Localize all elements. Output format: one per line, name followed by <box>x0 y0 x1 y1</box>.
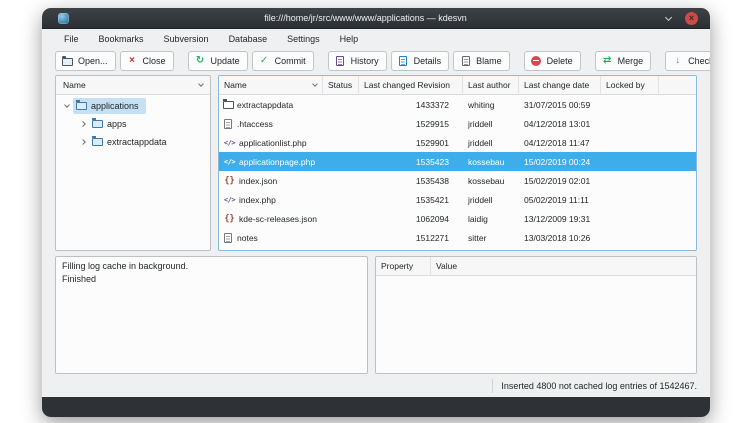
json-file-icon: {} <box>223 214 236 224</box>
commit-icon: ✓ <box>258 54 271 67</box>
tree-column-header-name[interactable]: Name <box>56 76 210 95</box>
column-header-name[interactable]: Name <box>219 76 323 94</box>
shade-button[interactable] <box>662 12 674 24</box>
close-window-button[interactable]: × <box>685 12 698 25</box>
column-header-revision[interactable]: Last changed Revision <box>359 76 463 94</box>
column-header-property[interactable]: Property <box>376 257 431 275</box>
menubar: File Bookmarks Subversion Database Setti… <box>42 29 710 48</box>
toolbar-button-commit[interactable]: ✓ Commit <box>252 51 314 71</box>
column-header-date[interactable]: Last change date <box>519 76 601 94</box>
toolbar-button-merge[interactable]: ⇄ Merge <box>595 51 652 71</box>
bottom-area: Filling log cache in background. Finishe… <box>42 256 710 374</box>
file-list-panel: Name Status Last changed Revision Last a… <box>218 75 697 251</box>
file-icon <box>224 119 232 129</box>
table-row-htaccess[interactable]: .htaccess 1529915 jriddell 04/12/2018 13… <box>219 114 696 133</box>
menu-item-help[interactable]: Help <box>338 33 361 45</box>
tree-body: applications apps extractappdata <box>56 95 210 151</box>
statusbar: Inserted 4800 not cached log entries of … <box>42 374 710 397</box>
menu-item-subversion[interactable]: Subversion <box>162 33 211 45</box>
properties-panel: Property Value <box>375 256 697 374</box>
sort-indicator-icon <box>198 81 204 87</box>
chevron-down-icon <box>664 13 671 20</box>
menu-item-file[interactable]: File <box>62 33 81 45</box>
log-output-panel: Filling log cache in background. Finishe… <box>55 256 368 374</box>
app-icon <box>58 13 69 24</box>
json-file-icon: {} <box>223 176 236 186</box>
expander-collapsed-icon[interactable] <box>76 122 89 126</box>
folder-open-icon <box>61 54 74 67</box>
column-header-locked[interactable]: Locked by <box>601 76 659 94</box>
log-line: Finished <box>62 273 361 286</box>
table-row-applicationpage-php[interactable]: </>applicationpage.php 1535423 kossebau … <box>219 152 696 171</box>
code-file-icon: </> <box>223 139 236 147</box>
file-icon <box>224 233 232 243</box>
toolbar-button-details[interactable]: Details <box>391 51 450 71</box>
window-title: file:///home/jr/src/www/www/applications… <box>69 13 662 23</box>
table-row-index-json[interactable]: {}index.json 1535438 kossebau 15/02/2019… <box>219 171 696 190</box>
tree-item-extractappdata[interactable]: extractappdata <box>56 133 210 151</box>
delete-icon <box>530 54 543 67</box>
repository-tree-panel: Name applications apps <box>55 75 211 251</box>
table-row-extractappdata[interactable]: extractappdata 1433372 whiting 31/07/201… <box>219 95 696 114</box>
table-row-kde-sc-releases-json[interactable]: {}kde-sc-releases.json 1062094 laidig 13… <box>219 209 696 228</box>
merge-icon: ⇄ <box>601 54 614 67</box>
main-area: Name applications apps <box>42 73 710 251</box>
tree-item-applications[interactable]: applications <box>56 97 210 115</box>
document-close-icon: × <box>126 54 139 67</box>
window-bottom-frame <box>42 397 710 417</box>
column-header-status[interactable]: Status <box>323 76 359 94</box>
toolbar-button-update[interactable]: ↻ Update <box>188 51 248 71</box>
menu-item-bookmarks[interactable]: Bookmarks <box>97 33 146 45</box>
log-line: Filling log cache in background. <box>62 260 361 273</box>
table-row-applicationlist-php[interactable]: </>applicationlist.php 1529901 jriddell … <box>219 133 696 152</box>
kdesvn-window: file:///home/jr/src/www/www/applications… <box>42 8 710 417</box>
update-icon: ↻ <box>194 54 207 67</box>
blame-icon <box>459 54 472 67</box>
file-table-header: Name Status Last changed Revision Last a… <box>219 76 696 95</box>
sort-indicator-icon <box>312 81 318 87</box>
column-header-spacer <box>659 76 696 94</box>
code-file-icon: </> <box>223 196 236 204</box>
statusbar-message: Inserted 4800 not cached log entries of … <box>501 381 697 391</box>
folder-icon <box>76 102 87 110</box>
toolbar-button-delete[interactable]: Delete <box>524 51 581 71</box>
details-icon <box>397 54 410 67</box>
folder-icon <box>223 101 234 109</box>
table-row-notes[interactable]: notes 1512271 sitter 13/03/2018 10:26 <box>219 228 696 247</box>
folder-icon <box>92 120 103 128</box>
column-header-author[interactable]: Last author <box>463 76 519 94</box>
toolbar-button-blame[interactable]: Blame <box>453 51 510 71</box>
code-file-icon: </> <box>223 158 236 166</box>
toolbar-button-history[interactable]: History <box>328 51 387 71</box>
column-header-value[interactable]: Value <box>431 257 696 275</box>
history-icon <box>334 54 347 67</box>
statusbar-separator <box>492 379 493 393</box>
folder-icon <box>92 138 103 146</box>
toolbar-button-open[interactable]: Open... <box>55 51 116 71</box>
table-row-index-php[interactable]: </>index.php 1535421 jriddell 05/02/2019… <box>219 190 696 209</box>
menu-item-settings[interactable]: Settings <box>285 33 322 45</box>
toolbar-button-checkout[interactable]: ↓ Checkout <box>665 51 710 71</box>
toolbar: Open... × Close ↻ Update ✓ Commit Histor… <box>42 48 710 73</box>
expander-collapsed-icon[interactable] <box>76 140 89 144</box>
menu-item-database[interactable]: Database <box>227 33 270 45</box>
toolbar-button-close[interactable]: × Close <box>120 51 174 71</box>
checkout-icon: ↓ <box>671 54 684 67</box>
expander-expanded-icon[interactable] <box>60 105 73 107</box>
tree-item-apps[interactable]: apps <box>56 115 210 133</box>
properties-header: Property Value <box>376 257 696 276</box>
titlebar[interactable]: file:///home/jr/src/www/www/applications… <box>42 8 710 29</box>
